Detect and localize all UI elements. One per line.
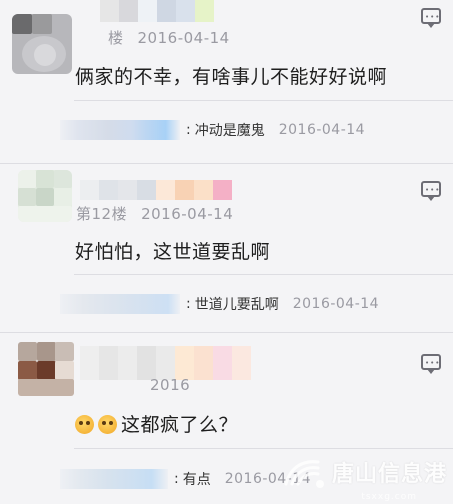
comment-text-body: 这都疯了么？	[121, 414, 239, 436]
divider	[74, 448, 453, 449]
reply-button[interactable]: •••	[421, 181, 441, 201]
floor-number: 第12楼	[76, 205, 128, 223]
reply-date: 2016-04-14	[278, 122, 366, 138]
reply-text: 冲动是魔鬼	[194, 123, 265, 139]
divider	[0, 163, 453, 164]
comment-text: 好怕怕，这世道要乱啊	[75, 241, 271, 263]
reply-text: 有点	[182, 472, 211, 488]
reply-row[interactable]: : 冲动是魔鬼 2016-04-14	[60, 119, 365, 141]
username-mosaic[interactable]	[100, 0, 214, 22]
avatar[interactable]	[18, 342, 74, 396]
reply-username-mosaic[interactable]	[60, 469, 168, 489]
reply-row[interactable]: : 有点 2016-04-14	[60, 468, 311, 490]
avatar[interactable]	[18, 170, 72, 222]
comment-date: 2016-04-14	[137, 29, 230, 47]
comment-bubble-icon: •••	[425, 186, 441, 194]
comment-meta: 第12楼 2016-04-14	[76, 203, 233, 224]
crying-face-emoji-icon	[75, 415, 94, 434]
reply-colon: :	[174, 471, 179, 487]
divider	[0, 332, 453, 333]
comment-meta: 2016	[136, 376, 190, 394]
comment-text: 俩家的不幸，有啥事儿不能好好说啊	[75, 66, 388, 88]
reply-date: 2016-04-14	[292, 296, 380, 312]
comment-date: 2016	[150, 376, 191, 394]
comment-bubble-icon: •••	[425, 13, 441, 21]
comment-meta: 楼 2016-04-14	[108, 27, 230, 48]
comment-list: 楼 2016-04-14 ••• 俩家的不幸，有啥事儿不能好好说啊 : 冲动是魔鬼…	[0, 0, 453, 504]
comment-text: 这都疯了么？	[75, 410, 238, 437]
reply-row[interactable]: : 世道儿要乱啊 2016-04-14	[60, 293, 379, 315]
reply-button[interactable]: •••	[421, 354, 441, 374]
username-mosaic[interactable]	[80, 346, 251, 380]
site-watermark: 唐山信息港 tsxxg.com	[280, 454, 447, 502]
reply-username-mosaic[interactable]	[60, 294, 180, 314]
comment-item: 2016 ••• 这都疯了么？ : 有点 2016-04-14 唐山信息港 ts…	[0, 336, 453, 504]
avatar[interactable]	[12, 14, 72, 74]
divider	[74, 100, 453, 101]
reply-button[interactable]: •••	[421, 8, 441, 28]
wave-logo-icon	[280, 454, 332, 490]
comment-item: 第12楼 2016-04-14 ••• 好怕怕，这世道要乱啊 : 世道儿要乱啊 2…	[0, 168, 453, 328]
comment-date: 2016-04-14	[141, 205, 234, 223]
comment-item: 楼 2016-04-14 ••• 俩家的不幸，有啥事儿不能好好说啊 : 冲动是魔鬼…	[0, 0, 453, 160]
watermark-text: 唐山信息港	[331, 462, 447, 487]
reply-colon: :	[186, 296, 191, 312]
divider	[74, 274, 453, 275]
username-mosaic[interactable]	[80, 180, 232, 200]
crying-face-emoji-icon	[98, 415, 117, 434]
comment-bubble-icon: •••	[425, 359, 441, 367]
floor-number: 楼	[108, 29, 124, 47]
reply-username-mosaic[interactable]	[60, 120, 180, 140]
reply-colon: :	[186, 122, 191, 138]
watermark-subtext: tsxxg.com	[361, 492, 417, 502]
reply-text: 世道儿要乱啊	[194, 297, 279, 313]
